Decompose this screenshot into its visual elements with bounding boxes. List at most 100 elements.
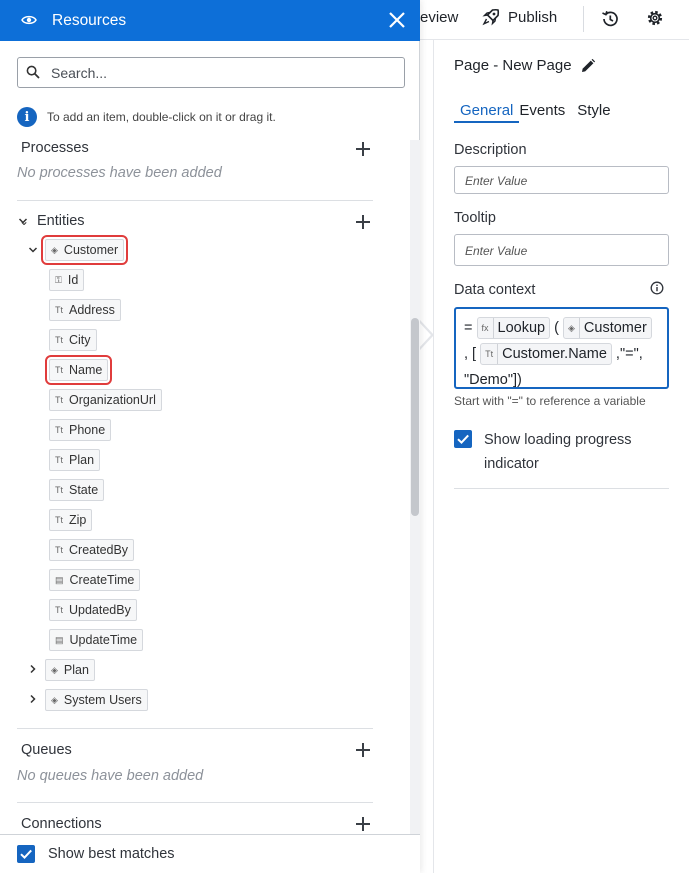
toolbar-divider (583, 6, 584, 32)
field-row[interactable]: ▤ UpdateTime (49, 629, 144, 651)
tab-general[interactable]: General (454, 102, 520, 123)
queues-section-title: Queues (21, 742, 72, 758)
field-label: Id (67, 273, 79, 287)
description-input[interactable]: Enter Value (454, 166, 669, 194)
customer-entity-chip[interactable]: ◈ Customer (563, 317, 652, 340)
expression-open-paren: ( (554, 320, 559, 336)
field-row[interactable]: Tt CreatedBy (49, 539, 135, 561)
processes-section-title: Processes (21, 140, 89, 156)
expression-line-3: "Demo"]) (464, 367, 659, 393)
properties-tabs: General Events Style (454, 102, 617, 123)
best-matches-bar: Show best matches (0, 834, 420, 873)
field-label: City (69, 333, 91, 347)
field-chip[interactable]: Tt CreatedBy (49, 539, 135, 561)
add-entity-icon[interactable] (356, 215, 370, 229)
expression-operator: ,"=", (615, 346, 643, 362)
system-users-chip[interactable]: ◈ System Users (45, 689, 148, 711)
section-divider (17, 728, 373, 729)
tooltip-label: Tooltip (454, 210, 496, 226)
text-field-icon: Tt (55, 425, 63, 435)
show-loading-label: Show loading progress indicator (484, 432, 632, 472)
customer-name-chip[interactable]: Tt Customer.Name (480, 343, 612, 366)
text-field-icon: Tt (55, 365, 63, 375)
data-context-expression[interactable]: = fx Lookup ( ◈ Customer , [ Tt Customer.Na… (454, 307, 669, 389)
info-message: i To add an item, double-click on it or … (17, 107, 276, 127)
text-field-icon: Tt (55, 485, 63, 495)
text-field-icon: Tt (55, 335, 63, 345)
plan-chip[interactable]: ◈ Plan (45, 659, 95, 681)
field-row[interactable]: Tt Plan (49, 449, 101, 471)
field-chip[interactable]: Tt Address (49, 299, 121, 321)
close-icon[interactable] (388, 11, 406, 29)
customer-chip[interactable]: ◈ Customer (40, 235, 129, 265)
show-best-matches-checkbox[interactable] (17, 845, 35, 863)
scrollbar-thumb[interactable] (411, 318, 419, 516)
info-text: To add an item, double-click on it or dr… (47, 110, 276, 124)
field-chip[interactable]: Tt UpdatedBy (49, 599, 137, 621)
field-chip[interactable]: Tt Phone (49, 419, 112, 441)
field-row[interactable]: ⚿ Id (49, 269, 85, 291)
search-input[interactable]: Search... (17, 57, 405, 88)
resources-scrollbar[interactable] (410, 140, 420, 834)
tab-style[interactable]: Style (571, 102, 616, 123)
publish-button[interactable]: Publish (482, 8, 557, 26)
field-row[interactable]: Tt State (49, 479, 105, 501)
field-chip[interactable]: ⚿ Id (49, 269, 85, 291)
tab-events[interactable]: Events (519, 102, 571, 123)
customer-collapse-icon[interactable] (28, 245, 38, 255)
field-chip[interactable]: Tt Zip (49, 509, 93, 531)
field-row[interactable]: Tt Zip (49, 509, 93, 531)
plan-label: Plan (63, 663, 89, 677)
field-row[interactable]: Tt Address (49, 299, 121, 321)
field-chip[interactable]: Tt City (49, 329, 97, 351)
eye-icon (21, 15, 37, 25)
key-icon: ⚿ (55, 274, 62, 285)
pencil-icon[interactable] (580, 58, 596, 74)
field-row[interactable]: Tt Name (44, 355, 113, 385)
entity-customer[interactable]: ◈ Customer (40, 235, 129, 265)
preview-button[interactable]: eview (420, 9, 458, 26)
text-field-icon: Tt (55, 605, 63, 615)
history-icon[interactable] (600, 9, 620, 29)
rocket-icon (482, 8, 500, 26)
field-row[interactable]: Tt UpdatedBy (49, 599, 137, 621)
field-row[interactable]: Tt OrganizationUrl (49, 389, 162, 411)
text-field-icon: Tt (485, 344, 499, 365)
entity-system-users[interactable]: ◈ System Users (45, 689, 148, 711)
show-loading-checkbox[interactable] (454, 430, 472, 448)
field-chip[interactable]: ▤ CreateTime (49, 569, 141, 591)
add-queue-icon[interactable] (356, 743, 370, 757)
connections-section-title: Connections (21, 816, 102, 832)
field-row[interactable]: Tt City (49, 329, 97, 351)
entities-collapse-icon[interactable] (18, 216, 28, 226)
app-root: eview Publish Page - New Page General Ev… (0, 0, 689, 873)
queues-empty: No queues have been added (17, 768, 204, 784)
add-connection-icon[interactable] (356, 817, 370, 831)
lookup-chip-label: Lookup (497, 320, 546, 337)
description-label: Description (454, 142, 527, 158)
text-field-icon: Tt (55, 455, 63, 465)
entity-icon: ◈ (51, 664, 58, 675)
add-process-icon[interactable] (356, 142, 370, 156)
field-label: UpdatedBy (69, 603, 131, 617)
field-chip[interactable]: Tt OrganizationUrl (49, 389, 162, 411)
chevron-right-icon[interactable] (28, 664, 38, 674)
field-label: OrganizationUrl (69, 393, 156, 407)
gear-icon[interactable] (646, 9, 664, 27)
field-row[interactable]: Tt Phone (49, 419, 112, 441)
field-label: CreatedBy (69, 543, 129, 557)
field-label: State (69, 483, 99, 497)
field-chip[interactable]: Tt Plan (49, 449, 101, 471)
tooltip-input[interactable]: Enter Value (454, 234, 669, 266)
field-row[interactable]: ▤ CreateTime (49, 569, 141, 591)
field-chip[interactable]: ▤ UpdateTime (49, 629, 144, 651)
chevron-right-icon[interactable] (28, 694, 38, 704)
panel-pointer-fill (419, 322, 431, 348)
lookup-function-chip[interactable]: fx Lookup (476, 317, 551, 340)
entity-plan[interactable]: ◈ Plan (45, 659, 95, 681)
info-icon[interactable] (650, 281, 664, 295)
field-chip[interactable]: Tt State (49, 479, 105, 501)
field-chip[interactable]: Tt Name (44, 355, 113, 385)
function-icon: fx (482, 318, 494, 339)
properties-panel: Page - New Page General Events Style Des… (433, 40, 689, 873)
